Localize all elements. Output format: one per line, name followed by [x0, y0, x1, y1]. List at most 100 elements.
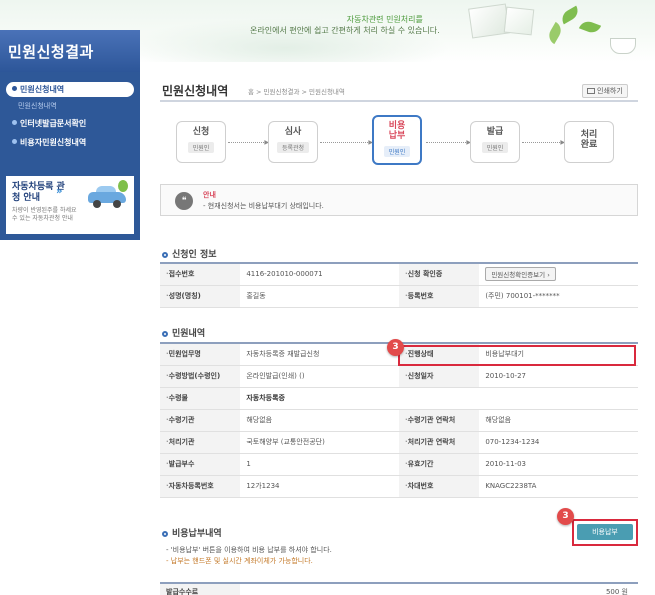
bullet-icon [12, 139, 17, 144]
value-cell: 온라인발급(인쇄) () [240, 365, 399, 388]
step-role: 민원인 [481, 142, 509, 153]
table-row: 자동차등록번호 12가1234 차대번호 KNAGC2238TA [160, 475, 638, 498]
speech-bubble-icon: ❝ [175, 192, 193, 210]
value-cell: 070-1234-1234 [479, 431, 638, 454]
sidebar-subitem-label: 민원신청내역 [18, 102, 57, 110]
step-role: 민원인 [187, 142, 215, 153]
section-title-applicant: 신청인 정보 [162, 247, 217, 260]
label-cell: 유효기간 [398, 453, 480, 476]
step-review: 심사 등록관청 [268, 121, 318, 163]
sidebar-item-complaint-list[interactable]: 민원신청내역 [6, 82, 134, 97]
notice-text: - 현재신청서는 비용납부대기 상태입니다. [203, 202, 324, 210]
step-name: 신청 [192, 127, 210, 137]
value-cell: 홍길동 [240, 285, 399, 308]
label-cell: 성명(명칭) [160, 285, 241, 308]
step-marker-badge: 3 [387, 339, 404, 356]
step-connector: ▶ [228, 139, 269, 146]
pay-button[interactable]: 비용납부 [577, 524, 633, 540]
status-highlight-box [398, 345, 636, 366]
label-cell: 처리기관 연락처 [398, 431, 480, 454]
label-cell: 차대번호 [398, 475, 480, 498]
value-cell: 해당없음 [240, 409, 399, 432]
value-cell: 2010-11-03 [479, 453, 638, 476]
table-row: 성명(명칭) 홍길동 등록번호 (주민) 700101-******* [160, 285, 638, 308]
table-row: 처리기관 국토해양부 (교통안전공단) 처리기관 연락처 070-1234-12… [160, 431, 638, 454]
leaf-decoration [578, 18, 602, 36]
label-cell: 수령기관 [160, 409, 241, 432]
applicant-table: 접수번호 4116-201010-000071 신청 확인증 민원신청확인증보기… [160, 262, 638, 308]
step-apply: 신청 민원인 [176, 121, 226, 163]
step-role: 민원인 [383, 146, 411, 157]
value-cell: 2010-10-27 [479, 365, 638, 388]
label-cell: 처리기관 [160, 431, 241, 454]
photo-frame-image [503, 6, 535, 36]
fee-table-row: 발급수수료 500 원 [160, 582, 638, 595]
label-cell: 수령방법(수령인) [160, 365, 241, 388]
value-cell: KNAGC2238TA [479, 475, 638, 498]
view-certificate-button[interactable]: 민원신청확인증보기 › [485, 267, 556, 282]
promo-title: 자동차등록 관청 안내 [12, 182, 65, 203]
sidebar-item-nonmember-list[interactable]: 비용자민원신청내역 [6, 135, 134, 150]
table-row: 발급부수 1 유효기간 2010-11-03 [160, 453, 638, 476]
step-name: 처리 완료 [580, 130, 598, 150]
value-cell: 해당없음 [479, 409, 638, 432]
print-button[interactable]: 인쇄하기 [582, 84, 628, 98]
value-cell: 1 [240, 453, 399, 476]
sidebar-item-document-verify[interactable]: 인터넷발급문서확인 [6, 116, 134, 131]
bullet-icon [12, 86, 17, 91]
title-divider [160, 100, 638, 102]
label-cell: 신청 확인증 [398, 263, 480, 286]
label-cell: 수령기관 연락처 [398, 409, 480, 432]
label-cell: 민원업무명 [160, 343, 241, 366]
step-role: 등록관청 [276, 142, 310, 153]
value-cell: 자동차등록증 재발급신청 [240, 343, 399, 366]
breadcrumb: 홈 > 민원신청결과 > 민원신청내역 [248, 88, 345, 96]
value-cell: 국토해양부 (교통안전공단) [240, 431, 399, 454]
step-payment: 비용 납부 민원인 [372, 115, 422, 165]
cup-decoration [610, 38, 636, 54]
page-title: 민원신청내역 [162, 84, 229, 98]
table-row: 수령기관 해당없음 수령기관 연락처 해당없음 [160, 409, 638, 432]
print-button-label: 인쇄하기 [597, 87, 623, 95]
step-name: 발급 [486, 127, 504, 137]
double-arrow-icon: » [56, 186, 63, 197]
notice-title: 안내 [203, 191, 216, 199]
printer-icon [587, 88, 595, 94]
table-row: 수령방법(수령인) 온라인발급(인쇄) () 신청일자 2010-10-27 [160, 365, 638, 388]
promo-description: 차량이 반영된주를 하세요 수 있는 자동차관청 안내 [12, 207, 77, 222]
section-bullet-icon [162, 252, 168, 258]
fee-note: - 납부는 핸드폰 및 실시간 계좌이체가 가능합니다. [166, 557, 313, 565]
step-connector: ▶ [522, 139, 565, 146]
sidebar-item-label: 민원신청내역 [20, 85, 65, 94]
leaf-decoration [558, 5, 582, 25]
step-connector: ▶ [426, 139, 471, 146]
sidebar-item-label: 인터넷발급문서확인 [20, 119, 87, 128]
banner-line-2: 온라인에서 편안에 쉽고 간편하게 처리 하실 수 있습니다. [250, 26, 440, 35]
sidebar-subitem-complaint-list[interactable]: 민원신청내역 [0, 101, 140, 112]
value-cell: 민원신청확인증보기 › [479, 263, 638, 286]
sidebar-title: 민원신청결과 [0, 30, 140, 72]
value-cell: 12가1234 [240, 475, 399, 498]
section-title-complaint: 민원내역 [162, 326, 205, 339]
table-row: 접수번호 4116-201010-000071 신청 확인증 민원신청확인증보기… [160, 263, 638, 286]
section-title-fee: 비용납부내역 [162, 526, 222, 539]
fee-notes: - '비용납부' 버튼을 이용하여 비용 납부를 하셔야 합니다. - 납부는 … [166, 545, 332, 567]
step-connector: ▶ [320, 139, 373, 146]
label-cell: 수령물 [160, 387, 241, 410]
leaf-decoration [545, 21, 565, 45]
car-icon [88, 180, 128, 208]
sidebar-menu: 민원신청내역 민원신청내역 인터넷발급문서확인 비용자민원신청내역 [0, 82, 140, 154]
value-cell: (주민) 700101-******* [479, 285, 638, 308]
step-complete: 처리 완료 [564, 121, 614, 163]
step-name: 심사 [284, 127, 302, 137]
registration-office-promo[interactable]: 자동차등록 관청 안내 » 차량이 반영된주를 하세요 수 있는 자동차관청 안… [6, 176, 134, 234]
value-cell: 자동차등록증 [240, 387, 638, 410]
table-row: 수령물 자동차등록증 [160, 387, 638, 410]
bullet-icon [12, 120, 17, 125]
step-marker-badge: 3 [557, 508, 574, 525]
label-cell: 등록번호 [398, 285, 480, 308]
step-name: 비용 납부 [388, 121, 406, 141]
photo-frame-image [468, 3, 510, 39]
banner-text: 자동차관련 민원처리를 온라인에서 편안에 쉽고 간편하게 처리 하실 수 있습… [250, 14, 440, 36]
process-steps: 신청 민원인 ▶ 심사 등록관청 ▶ 비용 납부 민원인 ▶ 발급 민원인 ▶ … [160, 113, 638, 169]
